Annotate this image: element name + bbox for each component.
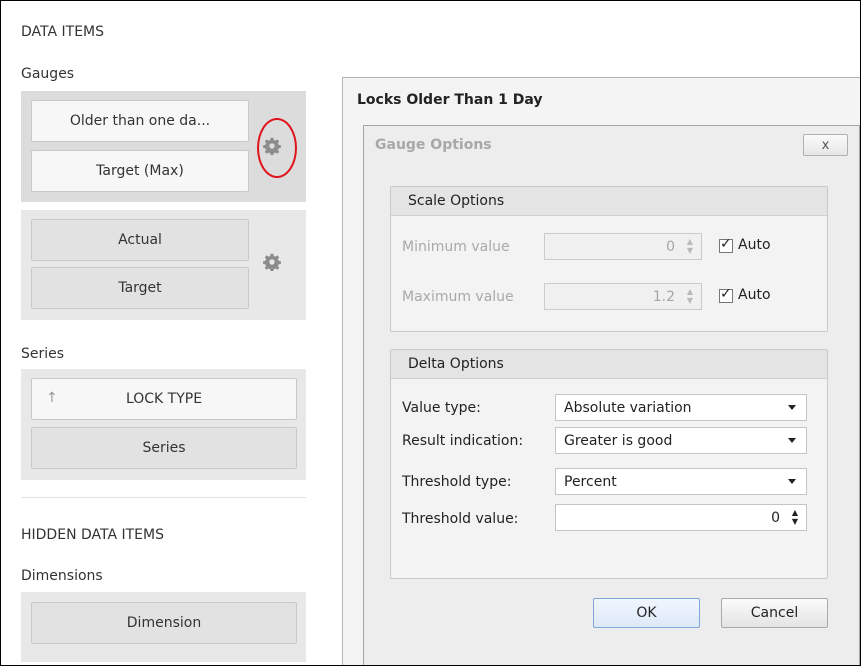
delta-options-group: Delta Options	[390, 349, 828, 579]
dropdown-caret-icon[interactable]	[788, 479, 796, 484]
panel-title: Locks Older Than 1 Day	[357, 92, 543, 108]
minimum-auto-checkbox[interactable]: ✓	[719, 236, 733, 253]
cancel-button[interactable]: Cancel	[721, 598, 828, 628]
close-button[interactable]: x	[803, 134, 848, 156]
threshold-type-label: Threshold type:	[402, 474, 512, 490]
maximum-auto-label: Auto	[738, 287, 771, 303]
delta-options-header: Delta Options	[391, 350, 827, 379]
scale-options-header: Scale Options	[391, 187, 827, 216]
value-type-selected: Absolute variation	[564, 400, 692, 416]
threshold-value: 0	[771, 510, 780, 526]
maximum-value-label: Maximum value	[402, 289, 514, 305]
spin-arrows-icon[interactable]: ▲ ▼	[685, 287, 695, 305]
series-group[interactable]: ↑ LOCK TYPE Series	[21, 369, 306, 480]
checkmark-icon: ✓	[720, 236, 732, 252]
threshold-value-label: Threshold value:	[402, 511, 519, 527]
dimension-item[interactable]: Dimension	[31, 602, 297, 644]
result-indication-label: Result indication:	[402, 433, 524, 449]
spin-arrows-icon[interactable]: ▲ ▼	[685, 237, 695, 255]
dimensions-heading: Dimensions	[21, 568, 103, 584]
minimum-value: 0	[666, 239, 675, 255]
scale-options-title: Scale Options	[408, 193, 505, 209]
value-type-label: Value type:	[402, 400, 481, 416]
data-items-heading: DATA ITEMS	[21, 24, 105, 40]
series-item-label: LOCK TYPE	[125, 391, 203, 407]
threshold-type-select[interactable]: Percent	[555, 468, 807, 495]
threshold-type-selected: Percent	[564, 474, 617, 490]
hidden-data-items-heading: HIDDEN DATA ITEMS	[21, 527, 164, 543]
gauge-item-actual[interactable]: Actual	[31, 219, 249, 261]
designer-window: DATA ITEMS Gauges Older than one da... T…	[0, 0, 861, 666]
dialog-title: Gauge Options	[375, 137, 492, 153]
gear-icon[interactable]	[263, 253, 281, 271]
maximum-value: 1.2	[652, 289, 675, 305]
checkmark-icon: ✓	[720, 286, 732, 302]
spin-arrows-icon[interactable]: ▲ ▼	[790, 508, 800, 526]
series-heading: Series	[21, 346, 65, 362]
minimum-value-label: Minimum value	[402, 239, 510, 255]
gauge-item-target[interactable]: Target	[31, 267, 249, 309]
section-divider	[21, 497, 306, 498]
value-type-select[interactable]: Absolute variation	[555, 394, 807, 421]
minimum-auto-label: Auto	[738, 237, 771, 253]
ok-button[interactable]: OK	[593, 598, 700, 628]
gauge-item-older-than[interactable]: Older than one da...	[31, 100, 249, 142]
dropdown-caret-icon[interactable]	[788, 438, 796, 443]
result-indication-selected: Greater is good	[564, 433, 673, 449]
minimum-value-field[interactable]: 0 ▲ ▼	[544, 233, 702, 260]
dimensions-group[interactable]: Dimension	[21, 592, 306, 662]
series-item-placeholder[interactable]: Series	[31, 427, 297, 469]
highlight-ring	[257, 118, 297, 178]
maximum-auto-checkbox[interactable]: ✓	[719, 286, 733, 303]
result-indication-select[interactable]: Greater is good	[555, 427, 807, 454]
gauge-item-target-max[interactable]: Target (Max)	[31, 150, 249, 192]
delta-options-title: Delta Options	[408, 356, 504, 372]
threshold-value-field[interactable]: 0 ▲ ▼	[555, 504, 807, 531]
sort-arrow-icon: ↑	[46, 390, 58, 406]
maximum-value-field[interactable]: 1.2 ▲ ▼	[544, 283, 702, 310]
gauges-heading: Gauges	[21, 66, 75, 82]
series-item-lock-type[interactable]: ↑ LOCK TYPE	[31, 378, 297, 420]
dropdown-caret-icon[interactable]	[788, 405, 796, 410]
